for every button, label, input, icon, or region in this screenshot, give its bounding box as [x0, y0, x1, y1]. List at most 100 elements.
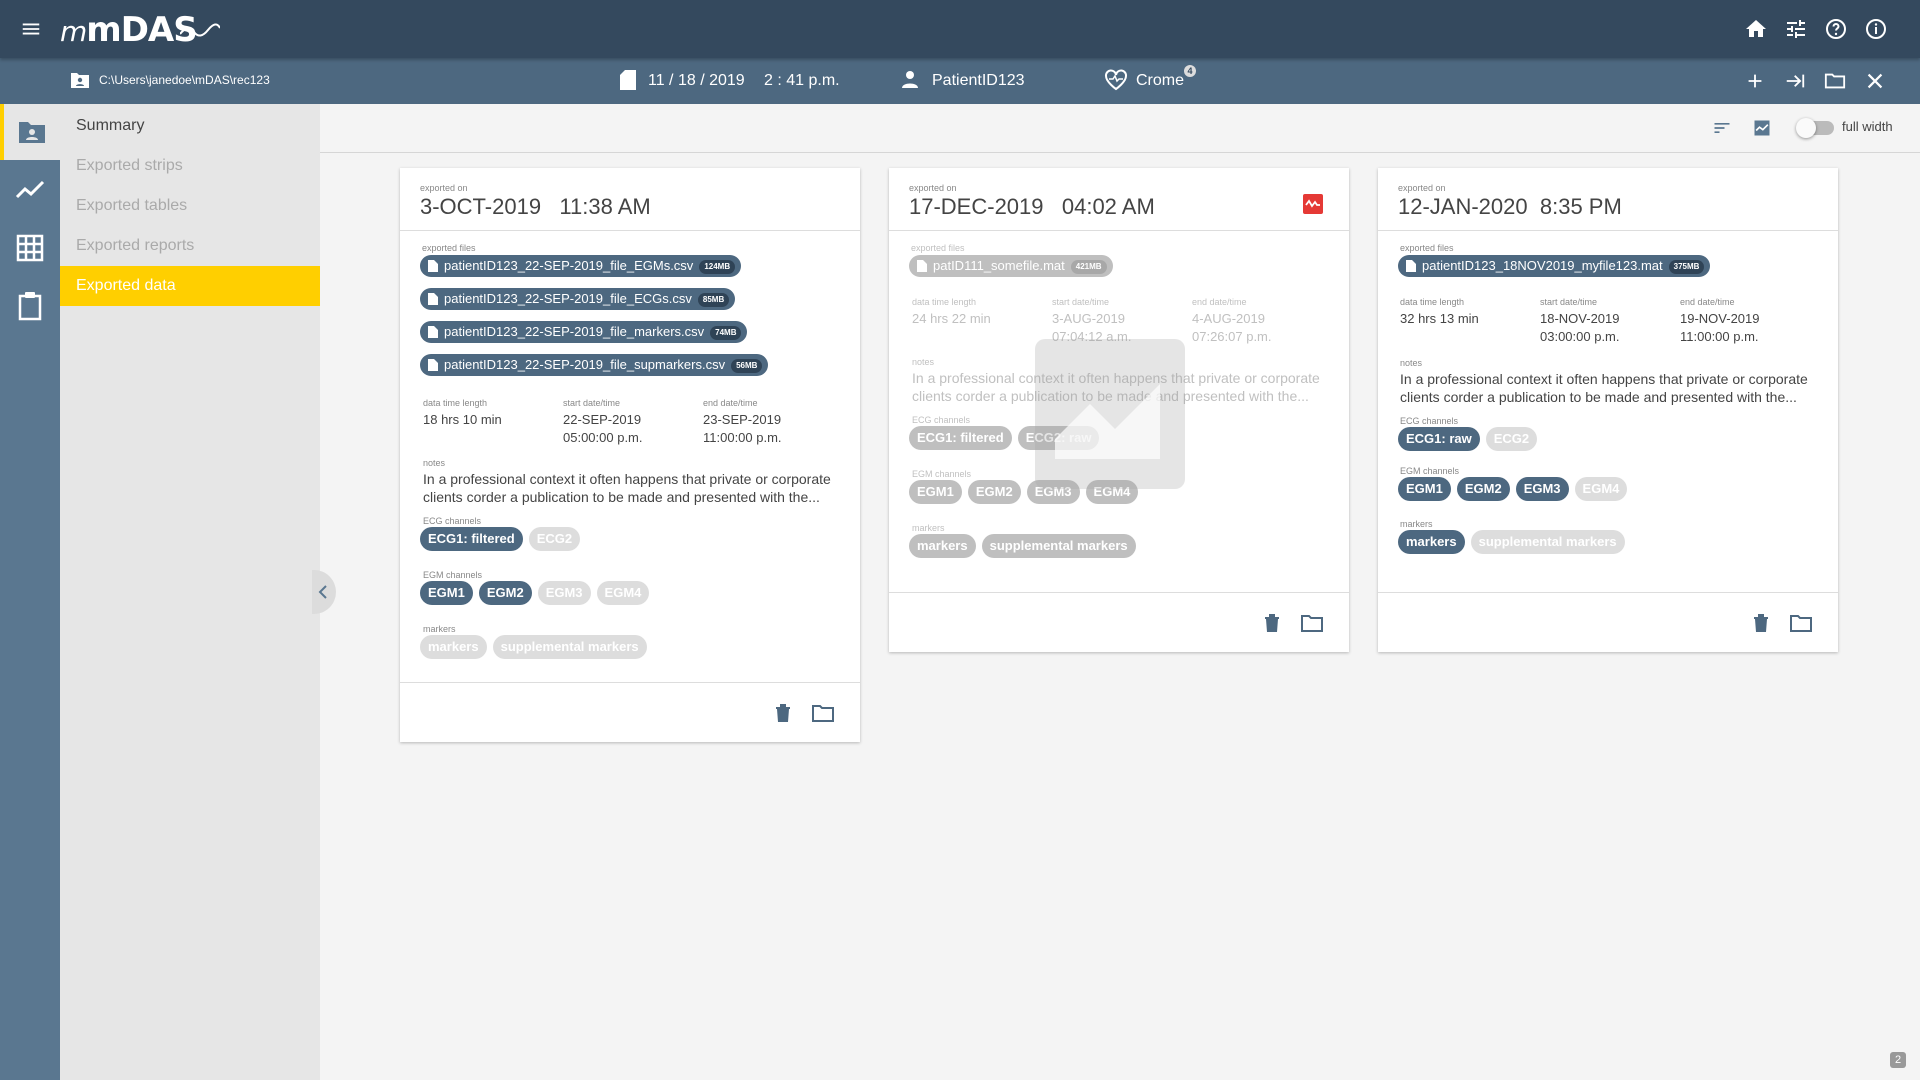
- channel-chip[interactable]: EGM1: [909, 480, 962, 504]
- end-time: 11:00:00 p.m.: [1680, 329, 1759, 344]
- rail-tables[interactable]: [0, 220, 60, 276]
- open-folder-icon[interactable]: [1790, 614, 1812, 632]
- channel-chip[interactable]: EGM1: [1398, 477, 1451, 501]
- data-time-length-label: data time length: [912, 297, 977, 307]
- channel-chip[interactable]: EGM2: [1456, 477, 1510, 501]
- nav-exported-tables[interactable]: Exported tables: [60, 186, 320, 226]
- file-icon: [428, 257, 438, 279]
- marker-chips: markers supplemental markers: [1398, 530, 1631, 554]
- file-chip[interactable]: patientID123_22-SEP-2019_file_markers.cs…: [420, 321, 748, 343]
- markers-label: markers: [1400, 519, 1433, 529]
- info-icon[interactable]: [1864, 17, 1888, 41]
- file-chip[interactable]: patientID123_22-SEP-2019_file_supmarkers…: [420, 354, 769, 376]
- file-chip[interactable]: patientID123_22-SEP-2019_file_EGMs.csv 12…: [420, 255, 742, 279]
- card-header: exported on 3-OCT-2019 11:38 AM: [400, 168, 860, 231]
- channel-chip[interactable]: ECG1: raw: [1398, 427, 1480, 451]
- exported-files-label: exported files: [911, 243, 965, 253]
- record-path: C:\Users\janedoe\mDAS\rec123: [99, 73, 270, 87]
- file-chip[interactable]: patientID123_18NOV2019_myfile123.mat 375M…: [1398, 255, 1711, 277]
- collapse-nav-button[interactable]: [312, 570, 336, 614]
- home-icon[interactable]: [1744, 17, 1768, 41]
- exported-files-label: exported files: [1400, 243, 1454, 253]
- start-label: start date/time: [1540, 297, 1598, 307]
- full-width-toggle[interactable]: [1796, 118, 1834, 138]
- nav-exported-reports[interactable]: Exported reports: [60, 226, 320, 266]
- marker-chip[interactable]: markers: [909, 534, 976, 558]
- delete-icon[interactable]: [774, 703, 792, 723]
- open-folder-icon[interactable]: [812, 704, 834, 722]
- channel-chip[interactable]: ECG1: filtered: [909, 426, 1012, 450]
- close-icon[interactable]: [1864, 70, 1886, 92]
- record-date: 11 / 18 / 2019: [648, 72, 745, 89]
- egm-label: EGM channels: [1400, 466, 1460, 476]
- file-size: 74MB: [710, 326, 742, 340]
- folder-open-icon[interactable]: [1824, 70, 1846, 92]
- channel-chip[interactable]: EGM4: [1574, 477, 1628, 501]
- end-label: end date/time: [703, 398, 758, 408]
- start-label: start date/time: [563, 398, 621, 408]
- egm-label: EGM channels: [423, 570, 483, 580]
- channel-chip[interactable]: EGM1: [420, 581, 473, 605]
- exported-on-label: exported on: [1398, 183, 1446, 193]
- marker-chip[interactable]: markers: [1398, 530, 1465, 554]
- card-actions: [889, 592, 1349, 653]
- sort-icon[interactable]: [1712, 118, 1732, 138]
- data-time-length: 32 hrs 13 min: [1400, 311, 1479, 326]
- nav-exported-strips[interactable]: Exported strips: [60, 146, 320, 186]
- nav-summary[interactable]: Summary: [60, 106, 320, 146]
- add-icon[interactable]: [1744, 70, 1766, 92]
- export-card: exported on 12-JAN-2020 8:35 PM exported…: [1378, 168, 1838, 652]
- help-icon[interactable]: [1824, 17, 1848, 41]
- toggle-knob: [1796, 118, 1816, 138]
- file-chip[interactable]: patID111_somefile.mat 421MB: [909, 255, 1113, 277]
- marker-chip[interactable]: supplemental markers: [492, 635, 647, 659]
- clipboard-icon: [17, 291, 43, 321]
- exported-on-label: exported on: [909, 183, 957, 193]
- export-card: exported on 17-DEC-2019 04:02 AM exporte…: [889, 168, 1349, 652]
- delete-icon[interactable]: [1263, 613, 1281, 633]
- ecg-label: ECG channels: [1400, 416, 1459, 426]
- egm-label: EGM channels: [912, 469, 972, 479]
- rail-reports[interactable]: [0, 278, 60, 334]
- marker-chip[interactable]: supplemental markers: [1470, 530, 1625, 554]
- exported-files-label: exported files: [422, 243, 476, 253]
- channel-chip[interactable]: ECG1: filtered: [420, 527, 523, 551]
- file-chip[interactable]: patientID123_22-SEP-2019_file_ECGs.csv 85…: [420, 288, 736, 310]
- start-date: 18-NOV-2019: [1540, 311, 1620, 326]
- section-nav: Summary Exported strips Exported tables …: [60, 104, 320, 1080]
- rail-patient-folder[interactable]: [0, 104, 60, 160]
- card-actions: [1378, 592, 1838, 653]
- chart-line-icon: [15, 179, 45, 201]
- marker-chips: markers supplemental markers: [420, 635, 653, 659]
- channel-chip[interactable]: ECG2: [1485, 427, 1538, 451]
- channel-chip[interactable]: EGM3: [537, 581, 591, 605]
- collapse-right-icon[interactable]: [1784, 70, 1806, 92]
- heart-pulse-icon: [1104, 69, 1128, 91]
- rail-strips[interactable]: [0, 162, 60, 218]
- card-actions: [400, 682, 860, 743]
- export-time: 04:02 AM: [1061, 194, 1155, 219]
- delete-icon[interactable]: [1752, 613, 1770, 633]
- waveform-alert-icon[interactable]: [1303, 194, 1323, 214]
- card-header: exported on 17-DEC-2019 04:02 AM: [889, 168, 1349, 231]
- channel-chip[interactable]: EGM2: [478, 581, 532, 605]
- marker-chip[interactable]: supplemental markers: [981, 534, 1136, 558]
- end-time: 11:00:00 p.m.: [703, 430, 782, 445]
- menu-icon[interactable]: [20, 18, 42, 40]
- marker-chip[interactable]: markers: [420, 635, 487, 659]
- export-datetime: 3-OCT-2019 11:38 AM: [420, 194, 651, 220]
- channel-chip[interactable]: EGM2: [967, 480, 1021, 504]
- file-icon: [917, 257, 927, 279]
- open-folder-icon[interactable]: [1301, 614, 1323, 632]
- icon-rail: [0, 104, 60, 1080]
- image-chart-icon[interactable]: [1752, 118, 1772, 138]
- start-date: 22-SEP-2019: [563, 412, 642, 427]
- record-info-bar: C:\Users\janedoe\mDAS\rec123 11 / 18 / 2…: [0, 58, 1920, 104]
- channel-chip[interactable]: ECG2: [528, 527, 581, 551]
- notes-text: In a professional context it often happe…: [423, 471, 831, 505]
- channel-chip[interactable]: EGM4: [596, 581, 650, 605]
- nav-exported-data[interactable]: Exported data: [60, 266, 320, 306]
- tune-icon[interactable]: [1784, 17, 1808, 41]
- file-name: patientID123_22-SEP-2019_file_supmarkers…: [444, 357, 726, 372]
- channel-chip[interactable]: EGM3: [1515, 477, 1569, 501]
